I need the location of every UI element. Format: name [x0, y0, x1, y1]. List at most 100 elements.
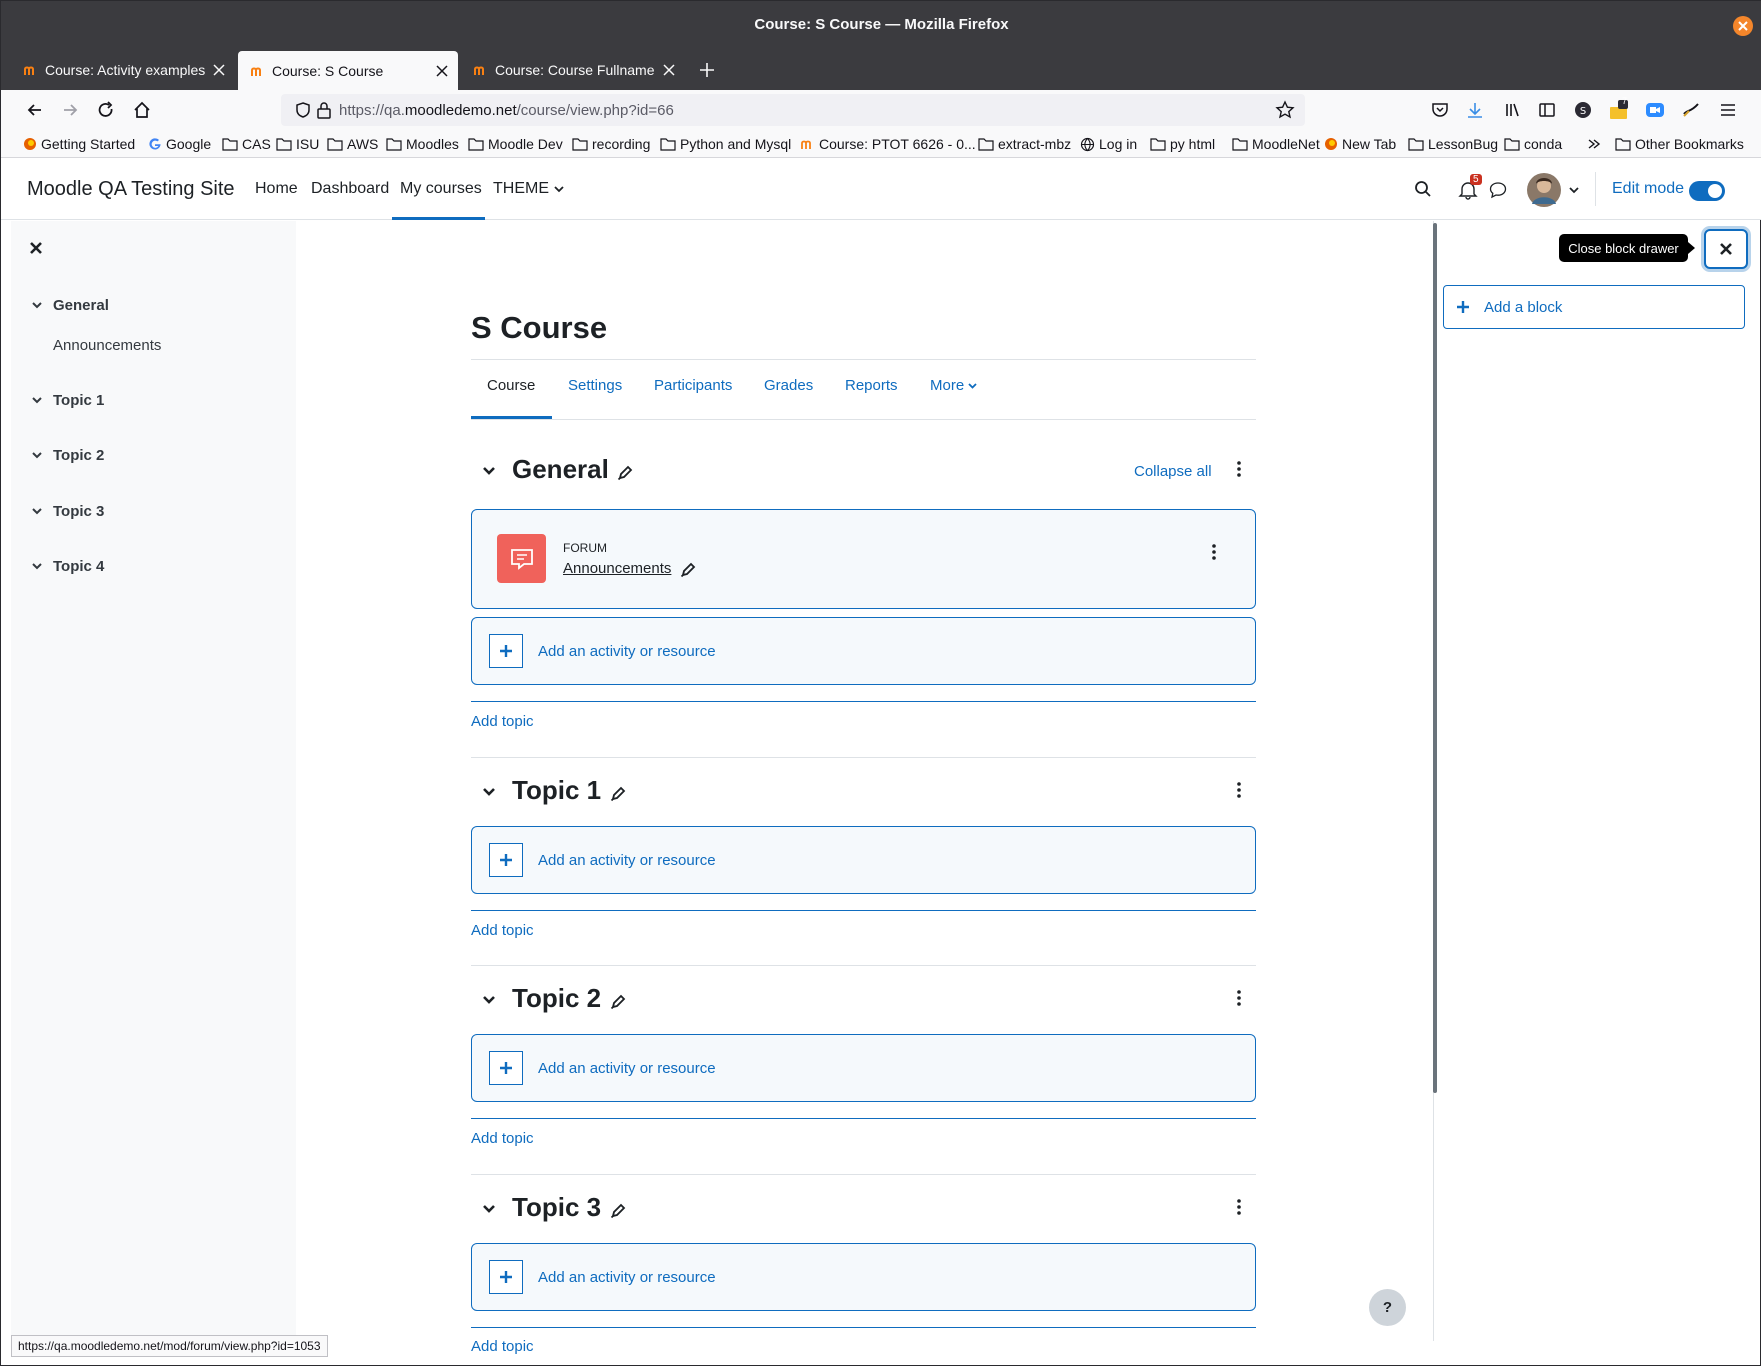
secondary-nav-more-label: More [930, 377, 965, 394]
course-index-general[interactable]: General [31, 294, 109, 316]
bookmark-moodlenet[interactable]: MoodleNet [1232, 134, 1320, 154]
bookmark-lessonbug[interactable]: LessonBug [1408, 134, 1498, 154]
tab-s-course[interactable]: Course: S Course [238, 51, 458, 90]
zoom-button[interactable] [1643, 98, 1667, 122]
tab-close-button[interactable] [657, 58, 681, 82]
user-menu[interactable] [1526, 172, 1580, 208]
nav-home[interactable]: Home [255, 180, 298, 198]
add-activity-button[interactable]: Add an activity or resource [471, 1243, 1256, 1311]
notifications-button[interactable]: 5 [1458, 174, 1482, 200]
bookmark-getting-started[interactable]: Getting Started [23, 134, 135, 154]
extension-s-button[interactable]: S [1571, 98, 1595, 122]
bookmarks-toolbar: Getting Started Google CAS ISU AWS Moodl… [1, 131, 1761, 158]
add-topic-link[interactable]: Add topic [471, 1130, 534, 1147]
pencil-icon[interactable] [610, 1203, 626, 1219]
add-topic-link[interactable]: Add topic [471, 713, 534, 730]
kebab-menu-icon[interactable] [1236, 1199, 1242, 1215]
secondary-nav-participants[interactable]: Participants [654, 377, 732, 394]
pocket-button[interactable] [1428, 98, 1452, 122]
window-close-button[interactable] [1733, 16, 1753, 36]
home-button[interactable] [130, 98, 154, 122]
bookmark-py-html[interactable]: py html [1150, 134, 1215, 154]
forward-button[interactable] [58, 98, 82, 122]
kebab-menu-icon[interactable] [1236, 461, 1242, 477]
new-tab-button[interactable] [695, 58, 719, 82]
kebab-menu-icon[interactable] [1236, 990, 1242, 1006]
app-menu-button[interactable] [1716, 98, 1740, 122]
add-topic-link[interactable]: Add topic [471, 1338, 534, 1355]
bookmark-extract-mbz[interactable]: extract-mbz [978, 134, 1071, 154]
bookmark-moodle-dev[interactable]: Moodle Dev [468, 134, 563, 154]
course-index-topic-2[interactable]: Topic 2 [31, 444, 104, 466]
nav-dashboard[interactable]: Dashboard [311, 180, 389, 198]
extension-brush-button[interactable] [1679, 98, 1703, 122]
activity-name-link[interactable]: Announcements [563, 560, 671, 577]
bookmark-log-in[interactable]: Log in [1080, 134, 1137, 154]
add-topic-link[interactable]: Add topic [471, 922, 534, 939]
kebab-menu-icon[interactable] [1236, 782, 1242, 798]
add-activity-button[interactable]: Add an activity or resource [471, 826, 1256, 894]
secondary-nav-reports[interactable]: Reports [845, 377, 898, 394]
course-index-announcements[interactable]: Announcements [53, 334, 161, 356]
tab-course-fullname[interactable]: Course: Course Fullname 101 [461, 52, 685, 88]
scrollbar-thumb[interactable] [1433, 223, 1437, 1093]
pencil-icon[interactable] [610, 994, 626, 1010]
star-icon[interactable] [1275, 100, 1295, 120]
kebab-menu-icon[interactable] [1211, 544, 1217, 560]
bookmarks-overflow-button[interactable] [1586, 134, 1606, 154]
bookmark-aws[interactable]: AWS [327, 134, 378, 154]
bookmark-recording[interactable]: recording [572, 134, 650, 154]
pencil-icon[interactable] [617, 465, 633, 481]
close-block-drawer-button[interactable] [1704, 229, 1748, 269]
edit-mode-toggle[interactable] [1689, 181, 1725, 201]
messages-button[interactable] [1489, 181, 1507, 199]
course-index-topic-4[interactable]: Topic 4 [31, 555, 104, 577]
tab-close-button[interactable] [207, 58, 231, 82]
secondary-nav-grades[interactable]: Grades [764, 377, 813, 394]
url-text: https://qa.moodledemo.net/course/view.ph… [339, 102, 674, 119]
pencil-icon[interactable] [680, 562, 696, 578]
bookmark-ptot-course[interactable]: Course: PTOT 6626 - 0... [801, 134, 976, 154]
bookmark-new-tab[interactable]: New Tab [1324, 134, 1396, 154]
bookmark-moodles[interactable]: Moodles [386, 134, 459, 154]
add-block-button[interactable]: Add a block [1443, 285, 1745, 329]
back-button[interactable] [23, 98, 47, 122]
extension-folder-button[interactable]: 7 [1607, 96, 1631, 122]
bookmark-python-mysql[interactable]: Python and Mysql [660, 134, 791, 154]
tab-close-button[interactable] [430, 59, 454, 83]
close-course-index-button[interactable] [29, 241, 43, 255]
svg-text:S: S [1580, 106, 1586, 117]
bookmark-cas[interactable]: CAS [222, 134, 271, 154]
chevron-down-icon[interactable] [481, 463, 497, 479]
course-index-topic-1[interactable]: Topic 1 [31, 389, 104, 411]
tab-activity-examples[interactable]: Course: Activity examples [11, 52, 235, 88]
library-button[interactable] [1501, 98, 1525, 122]
chevron-down-icon[interactable] [481, 992, 497, 1008]
chevron-down-icon [968, 383, 977, 389]
reload-button[interactable] [94, 98, 118, 122]
course-index-topic-3[interactable]: Topic 3 [31, 500, 104, 522]
nav-theme[interactable]: THEME [493, 180, 565, 198]
sidebar-button[interactable] [1535, 98, 1559, 122]
nav-my-courses[interactable]: My courses [400, 180, 482, 198]
forum-icon [497, 534, 546, 583]
google-icon [149, 138, 161, 150]
chevron-down-icon[interactable] [481, 784, 497, 800]
secondary-nav-more[interactable]: More [930, 377, 978, 394]
collapse-all-link[interactable]: Collapse all [1134, 463, 1212, 480]
secondary-nav-settings[interactable]: Settings [568, 377, 622, 394]
site-name[interactable]: Moodle QA Testing Site [27, 178, 235, 201]
add-activity-button[interactable]: Add an activity or resource [471, 617, 1256, 685]
chevron-down-icon[interactable] [481, 1201, 497, 1217]
bookmark-other-bookmarks[interactable]: Other Bookmarks [1615, 134, 1744, 154]
downloads-button[interactable] [1463, 98, 1487, 122]
secondary-nav-course[interactable]: Course [487, 377, 535, 394]
search-button[interactable] [1414, 180, 1432, 198]
bookmark-google[interactable]: Google [148, 134, 211, 154]
add-activity-button[interactable]: Add an activity or resource [471, 1034, 1256, 1102]
bookmark-isu[interactable]: ISU [276, 134, 319, 154]
url-bar[interactable]: https://qa.moodledemo.net/course/view.ph… [281, 94, 1305, 126]
help-button[interactable]: ? [1369, 1289, 1406, 1326]
pencil-icon[interactable] [610, 786, 626, 802]
bookmark-conda[interactable]: conda [1504, 134, 1562, 154]
